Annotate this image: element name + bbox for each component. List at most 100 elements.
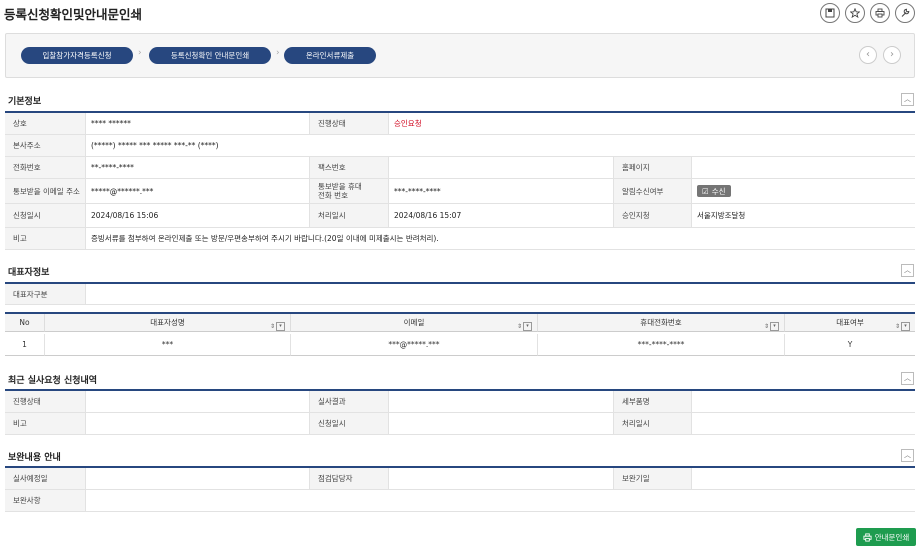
mobile-value: ***-****-****: [389, 179, 613, 204]
col-no: No: [5, 314, 45, 332]
alert-label: 알림수신여부: [613, 179, 692, 204]
status-value: 승인요청: [389, 113, 915, 135]
col-rep-flag[interactable]: 대표여부 ⇕ ▾: [785, 314, 915, 332]
fax-value: [389, 157, 613, 179]
chevron-up-icon: ︿: [904, 95, 911, 103]
fax-label: 팩스번호: [309, 157, 389, 179]
mobile-label: 통보받을 휴대전화 번호: [309, 179, 389, 204]
table-cell: 1: [5, 334, 45, 356]
sort-icon[interactable]: ⇕ ▾: [764, 318, 779, 335]
print-button-header[interactable]: [870, 3, 890, 23]
inspect-result-value: [389, 391, 613, 413]
inspect-process-value: [692, 413, 915, 435]
inspection-title: 최근 실사요청 신청내역: [8, 376, 98, 386]
supplement-manager-value: [389, 468, 613, 490]
print-icon: [863, 532, 872, 542]
alert-checkbox[interactable]: ☑ 수신: [697, 185, 731, 197]
status-label: 진행상태: [309, 113, 389, 135]
address-value: (*****) ***** *** ***** ***-** (****): [86, 135, 915, 157]
print-notice-label: 안내문인쇄: [874, 532, 910, 542]
sort-icon[interactable]: ⇕ ▾: [895, 318, 910, 335]
inspect-note-label: 비고: [5, 413, 86, 435]
save-icon: [825, 8, 835, 18]
approve-office-label: 승인지청: [613, 204, 692, 228]
wrench-icon: [901, 8, 910, 17]
chevron-right-icon: ›: [138, 48, 142, 58]
phone-label: 전화번호: [5, 157, 86, 179]
inspect-result-label: 실사결과: [309, 391, 389, 413]
step-confirm-print[interactable]: 등록신청확인 안내문인쇄: [149, 47, 271, 64]
homepage-label: 홈페이지: [613, 157, 692, 179]
col-rep-flag-label: 대표여부: [836, 318, 864, 327]
save-button[interactable]: [820, 3, 840, 23]
page-header: 등록신청확인및안내문인쇄: [0, 0, 919, 26]
next-button[interactable]: ›: [883, 46, 901, 64]
supplement-title: 보완내용 안내: [8, 453, 61, 463]
sort-icon[interactable]: ⇕ ▾: [270, 318, 285, 335]
rep-type-label: 대표자구분: [5, 284, 86, 305]
supplement-item-label: 보완사항: [5, 490, 86, 512]
alert-cell: ☑ 수신: [692, 179, 915, 204]
process-date-label: 처리일시: [309, 204, 389, 228]
print-icon: [875, 8, 885, 18]
step-online-submit[interactable]: 온라인서류제출: [284, 47, 376, 64]
supplement-manager-label: 점검담당자: [309, 468, 389, 490]
inspect-status-value: [86, 391, 309, 413]
chevron-right-icon: ›: [276, 48, 280, 58]
inspect-apply-value: [389, 413, 613, 435]
apply-date-value: 2024/08/16 15:06: [86, 204, 309, 228]
address-label: 본사주소: [5, 135, 86, 157]
favorite-button[interactable]: [845, 3, 865, 23]
email-value: *****@******.***: [86, 179, 309, 204]
table-cell: ***: [45, 334, 291, 356]
chevron-up-icon: ︿: [904, 374, 911, 382]
settings-button[interactable]: [895, 3, 915, 23]
process-date-value: 2024/08/16 15:07: [389, 204, 613, 228]
inspect-status-label: 진행상태: [5, 391, 86, 413]
apply-date-label: 신청일시: [5, 204, 86, 228]
inspect-process-label: 처리일시: [613, 413, 692, 435]
table-cell: Y: [785, 334, 915, 356]
supplement-item-value: [86, 490, 915, 512]
chevron-up-icon: ︿: [904, 451, 911, 459]
email-label: 통보받을 이메일 주소: [5, 179, 86, 204]
supplement-date-value: [86, 468, 309, 490]
step-register[interactable]: 입찰참가자격등록신청: [21, 47, 133, 64]
page-title: 등록신청확인및안내문인쇄: [4, 7, 143, 22]
supplement-date-label: 실사예정일: [5, 468, 86, 490]
phone-value: **-****-****: [86, 157, 309, 179]
col-rep-name[interactable]: 대표자성명 ⇕ ▾: [45, 314, 291, 332]
table-cell: ***@*****.***: [291, 334, 538, 356]
collapse-supplement-button[interactable]: ︿: [901, 449, 914, 462]
collapse-basic-button[interactable]: ︿: [901, 93, 914, 106]
rep-type-value: [86, 284, 915, 305]
col-rep-name-label: 대표자성명: [150, 318, 185, 327]
chevron-up-icon: ︿: [904, 266, 911, 274]
process-steps: 입찰참가자격등록신청 › 등록신청확인 안내문인쇄 › 온라인서류제출 ‹ ›: [5, 33, 915, 78]
star-icon: [850, 8, 860, 18]
inspect-item-label: 세부품명: [613, 391, 692, 413]
rep-info-title: 대표자정보: [8, 268, 50, 278]
basic-info-title: 기본정보: [8, 97, 42, 107]
col-email[interactable]: 이메일 ⇕ ▾: [291, 314, 538, 332]
table-cell: ***-****-****: [538, 334, 785, 356]
inspect-note-value: [86, 413, 309, 435]
note-label: 비고: [5, 228, 86, 250]
chevron-left-icon: ‹: [866, 49, 870, 60]
note-value: 증빙서류를 첨부하여 온라인제출 또는 방문/우편송부하여 주시기 바랍니다.(…: [86, 228, 915, 250]
collapse-inspection-button[interactable]: ︿: [901, 372, 914, 385]
approve-office-value: 서울지방조달청: [692, 204, 915, 228]
alert-value: 수신: [711, 186, 726, 196]
sort-icon[interactable]: ⇕ ▾: [517, 318, 532, 335]
company-label: 상호: [5, 113, 86, 135]
inspect-apply-label: 신청일시: [309, 413, 389, 435]
homepage-value: [692, 157, 915, 179]
collapse-rep-button[interactable]: ︿: [901, 264, 914, 277]
supplement-deadline-value: [692, 468, 915, 490]
col-mobile[interactable]: 휴대전화번호 ⇕ ▾: [538, 314, 785, 332]
chevron-right-icon: ›: [890, 49, 894, 60]
prev-button[interactable]: ‹: [859, 46, 877, 64]
supplement-deadline-label: 보완기일: [613, 468, 692, 490]
print-notice-button[interactable]: 안내문인쇄: [856, 528, 916, 546]
checkbox-checked-icon: ☑: [702, 186, 709, 196]
